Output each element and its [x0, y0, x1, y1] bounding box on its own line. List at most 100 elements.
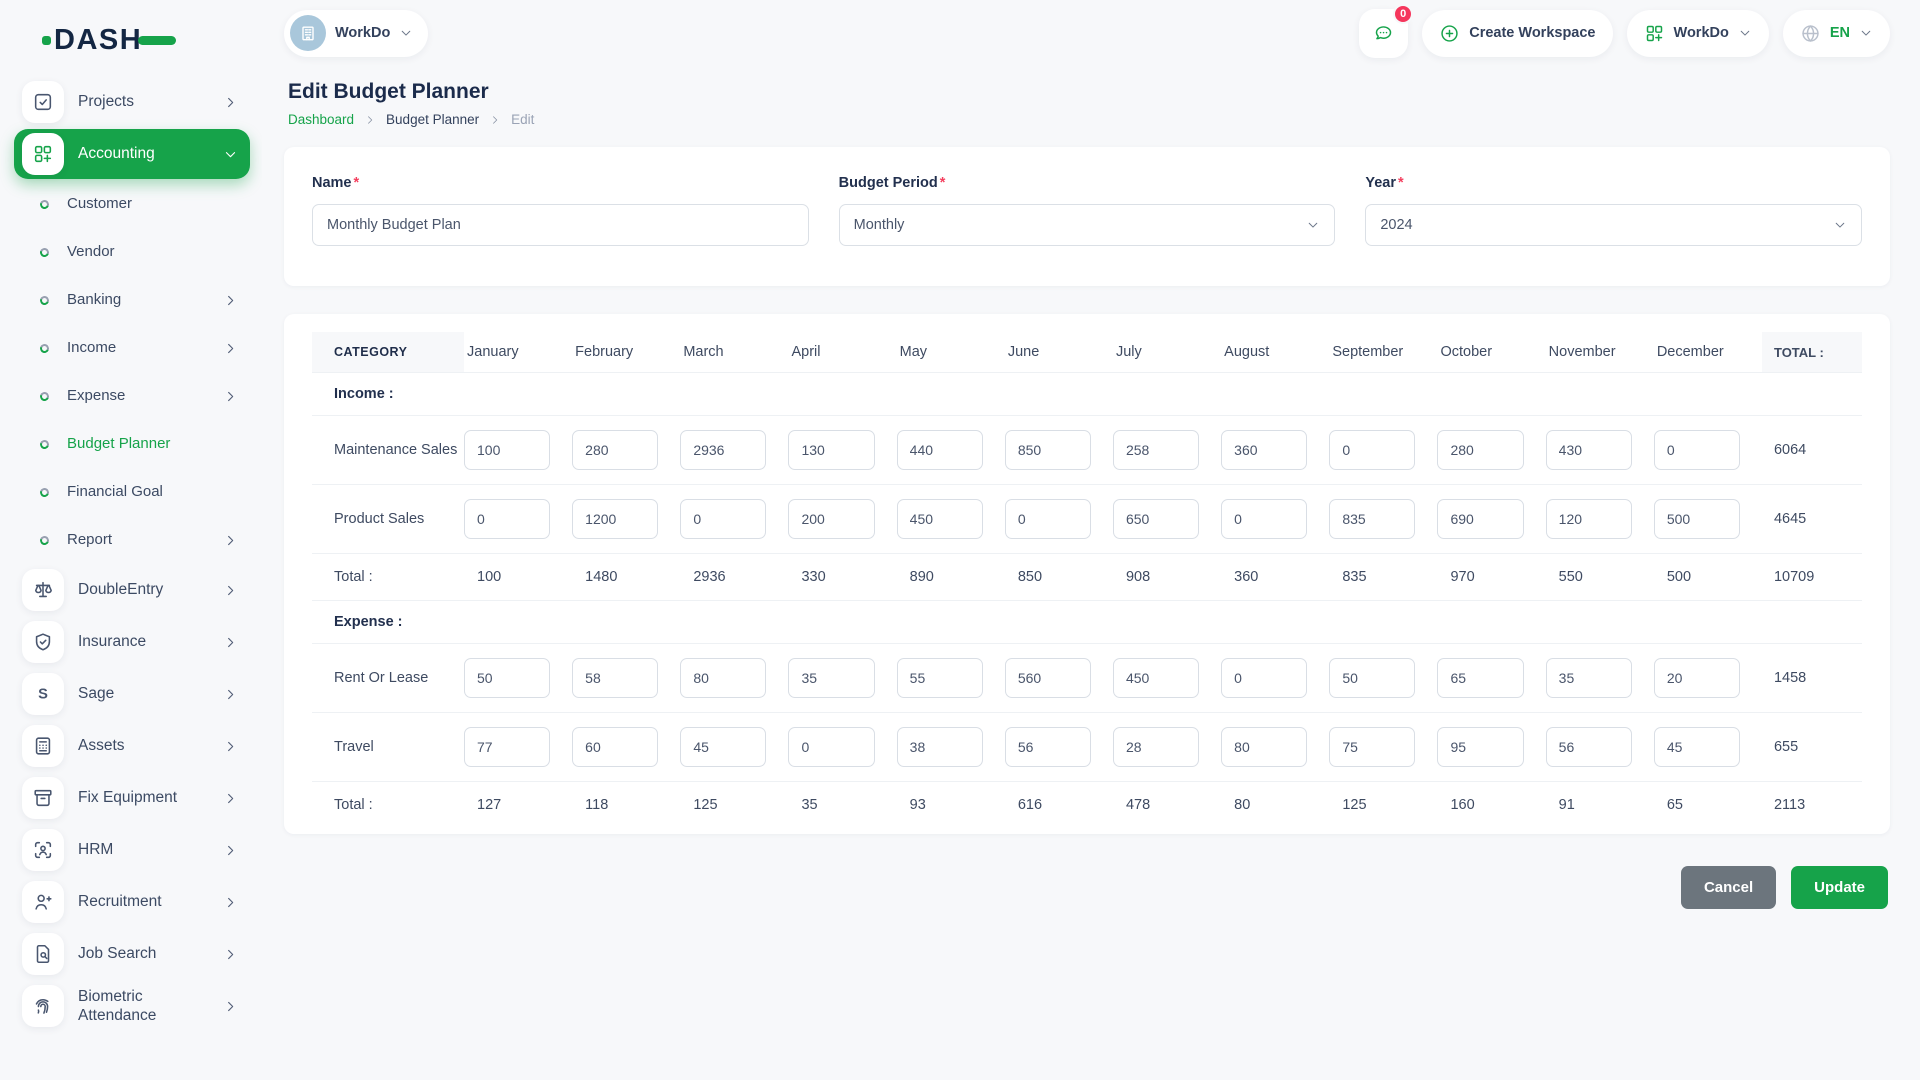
budget-input-travel-may[interactable] — [896, 727, 983, 767]
plus-circle-icon — [1439, 23, 1460, 44]
column-total: 970 — [1450, 569, 1475, 585]
check-square-icon — [22, 81, 64, 123]
row-total: 6064 — [1773, 442, 1807, 458]
breadcrumb-budget-planner[interactable]: Budget Planner — [386, 112, 479, 127]
budget-input-travel-january[interactable] — [464, 727, 551, 767]
budget-input-travel-october[interactable] — [1437, 727, 1524, 767]
budget-input-rent-or-lease-november[interactable] — [1545, 658, 1632, 698]
sidebar-item-hrm[interactable]: HRM — [14, 825, 250, 875]
budget-input-maintenance-sales-november[interactable] — [1545, 430, 1632, 470]
budget-input-rent-or-lease-august[interactable] — [1221, 658, 1308, 698]
budget-input-travel-june[interactable] — [1004, 727, 1091, 767]
sidebar-item-income[interactable]: Income — [14, 325, 250, 371]
sidebar-item-vendor[interactable]: Vendor — [14, 229, 250, 275]
budget-input-travel-september[interactable] — [1329, 727, 1416, 767]
budget-input-product-sales-december[interactable] — [1653, 499, 1740, 539]
budget-input-product-sales-november[interactable] — [1545, 499, 1632, 539]
sidebar-item-banking[interactable]: Banking — [14, 277, 250, 323]
budget-input-product-sales-march[interactable] — [680, 499, 767, 539]
sidebar-item-sage[interactable]: S Sage — [14, 669, 250, 719]
budget-input-maintenance-sales-july[interactable] — [1112, 430, 1200, 470]
workspace-selector[interactable]: WorkDo — [284, 9, 429, 57]
input-cell — [1653, 713, 1762, 781]
budget-input-travel-february[interactable] — [572, 727, 659, 767]
budget-input-maintenance-sales-april[interactable] — [788, 430, 875, 470]
sidebar-item-budget-planner[interactable]: Budget Planner — [14, 421, 250, 467]
budget-input-maintenance-sales-december[interactable] — [1653, 430, 1740, 470]
sidebar-item-biometric-attendance[interactable]: Biometric Attendance — [14, 981, 250, 1031]
budget-input-travel-november[interactable] — [1545, 727, 1632, 767]
sidebar-item-report[interactable]: Report — [14, 517, 250, 563]
budget-input-rent-or-lease-january[interactable] — [464, 658, 551, 698]
budget-input-maintenance-sales-february[interactable] — [572, 430, 659, 470]
budget-input-maintenance-sales-august[interactable] — [1221, 430, 1308, 470]
budget-input-travel-july[interactable] — [1112, 727, 1200, 767]
budget-input-rent-or-lease-february[interactable] — [572, 658, 659, 698]
budget-input-product-sales-september[interactable] — [1329, 499, 1416, 539]
budget-input-product-sales-june[interactable] — [1004, 499, 1091, 539]
budget-input-rent-or-lease-march[interactable] — [680, 658, 767, 698]
section-grand-total: 10709 — [1773, 569, 1815, 585]
bullet-icon — [38, 294, 51, 306]
sidebar-item-insurance[interactable]: Insurance — [14, 617, 250, 667]
sidebar-item-projects[interactable]: Projects — [14, 77, 250, 127]
budget-input-maintenance-sales-march[interactable] — [680, 430, 767, 470]
budget-input-maintenance-sales-january[interactable] — [464, 430, 551, 470]
sidebar-item-fix-equipment[interactable]: Fix Equipment — [14, 773, 250, 823]
sidebar-item-assets[interactable]: Assets — [14, 721, 250, 771]
row-total: 4645 — [1773, 511, 1807, 527]
sidebar-item-accounting[interactable]: Accounting — [14, 129, 250, 179]
budget-input-product-sales-april[interactable] — [788, 499, 875, 539]
budget-input-maintenance-sales-may[interactable] — [896, 430, 983, 470]
budget-input-rent-or-lease-december[interactable] — [1653, 658, 1740, 698]
budget-input-maintenance-sales-june[interactable] — [1004, 430, 1091, 470]
breadcrumb-dashboard[interactable]: Dashboard — [288, 112, 354, 127]
sidebar-item-financial-goal[interactable]: Financial Goal — [14, 469, 250, 515]
sidebar-item-doubleentry[interactable]: DoubleEntry — [14, 565, 250, 615]
section-grand-total: 2113 — [1773, 797, 1806, 813]
input-cell — [1437, 416, 1545, 484]
sidebar-item-recruitment[interactable]: Recruitment — [14, 877, 250, 927]
chevron-right-icon — [223, 293, 238, 308]
sidebar-item-job-search[interactable]: Job Search — [14, 929, 250, 979]
chevron-right-icon — [223, 791, 238, 806]
month-header-july: July — [1115, 344, 1142, 360]
input-cell — [1329, 416, 1437, 484]
budget-input-maintenance-sales-september[interactable] — [1329, 430, 1416, 470]
budget-input-rent-or-lease-september[interactable] — [1329, 658, 1416, 698]
budget-input-maintenance-sales-october[interactable] — [1437, 430, 1524, 470]
budget-input-rent-or-lease-may[interactable] — [896, 658, 983, 698]
budget-input-rent-or-lease-july[interactable] — [1112, 658, 1200, 698]
budget-period-select[interactable]: Monthly — [838, 204, 1336, 246]
budget-input-rent-or-lease-april[interactable] — [788, 658, 875, 698]
budget-input-travel-march[interactable] — [680, 727, 767, 767]
create-workspace-button[interactable]: Create Workspace — [1422, 9, 1613, 57]
input-cell — [572, 713, 680, 781]
sidebar-item-expense[interactable]: Expense — [14, 373, 250, 419]
budget-input-product-sales-august[interactable] — [1221, 499, 1308, 539]
total-header: TOTAL : — [1761, 332, 1862, 372]
update-button[interactable]: Update — [1791, 866, 1888, 909]
language-selector[interactable]: EN — [1782, 9, 1890, 57]
year-select[interactable]: 2024 — [1365, 204, 1862, 246]
budget-input-travel-august[interactable] — [1221, 727, 1308, 767]
sidebar: DASH Projects Accounting Customer Vendor Ban… — [0, 0, 262, 1080]
budget-input-rent-or-lease-june[interactable] — [1004, 658, 1091, 698]
workdo-menu-button[interactable]: WorkDo — [1626, 9, 1769, 57]
input-cell — [680, 416, 788, 484]
budget-input-product-sales-february[interactable] — [572, 499, 659, 539]
sidebar-item-label: HRM — [78, 841, 114, 859]
dash-logo[interactable]: DASH — [14, 16, 250, 77]
budget-input-travel-december[interactable] — [1653, 727, 1740, 767]
budget-input-rent-or-lease-october[interactable] — [1437, 658, 1524, 698]
budget-input-product-sales-may[interactable] — [896, 499, 983, 539]
messages-button[interactable]: 0 — [1359, 3, 1414, 58]
cancel-button[interactable]: Cancel — [1680, 866, 1777, 909]
input-cell — [680, 485, 788, 553]
budget-input-product-sales-october[interactable] — [1437, 499, 1524, 539]
budget-input-product-sales-january[interactable] — [464, 499, 551, 539]
budget-input-product-sales-july[interactable] — [1112, 499, 1200, 539]
budget-input-travel-april[interactable] — [788, 727, 875, 767]
name-input[interactable] — [312, 204, 809, 246]
sidebar-item-customer[interactable]: Customer — [14, 181, 250, 227]
